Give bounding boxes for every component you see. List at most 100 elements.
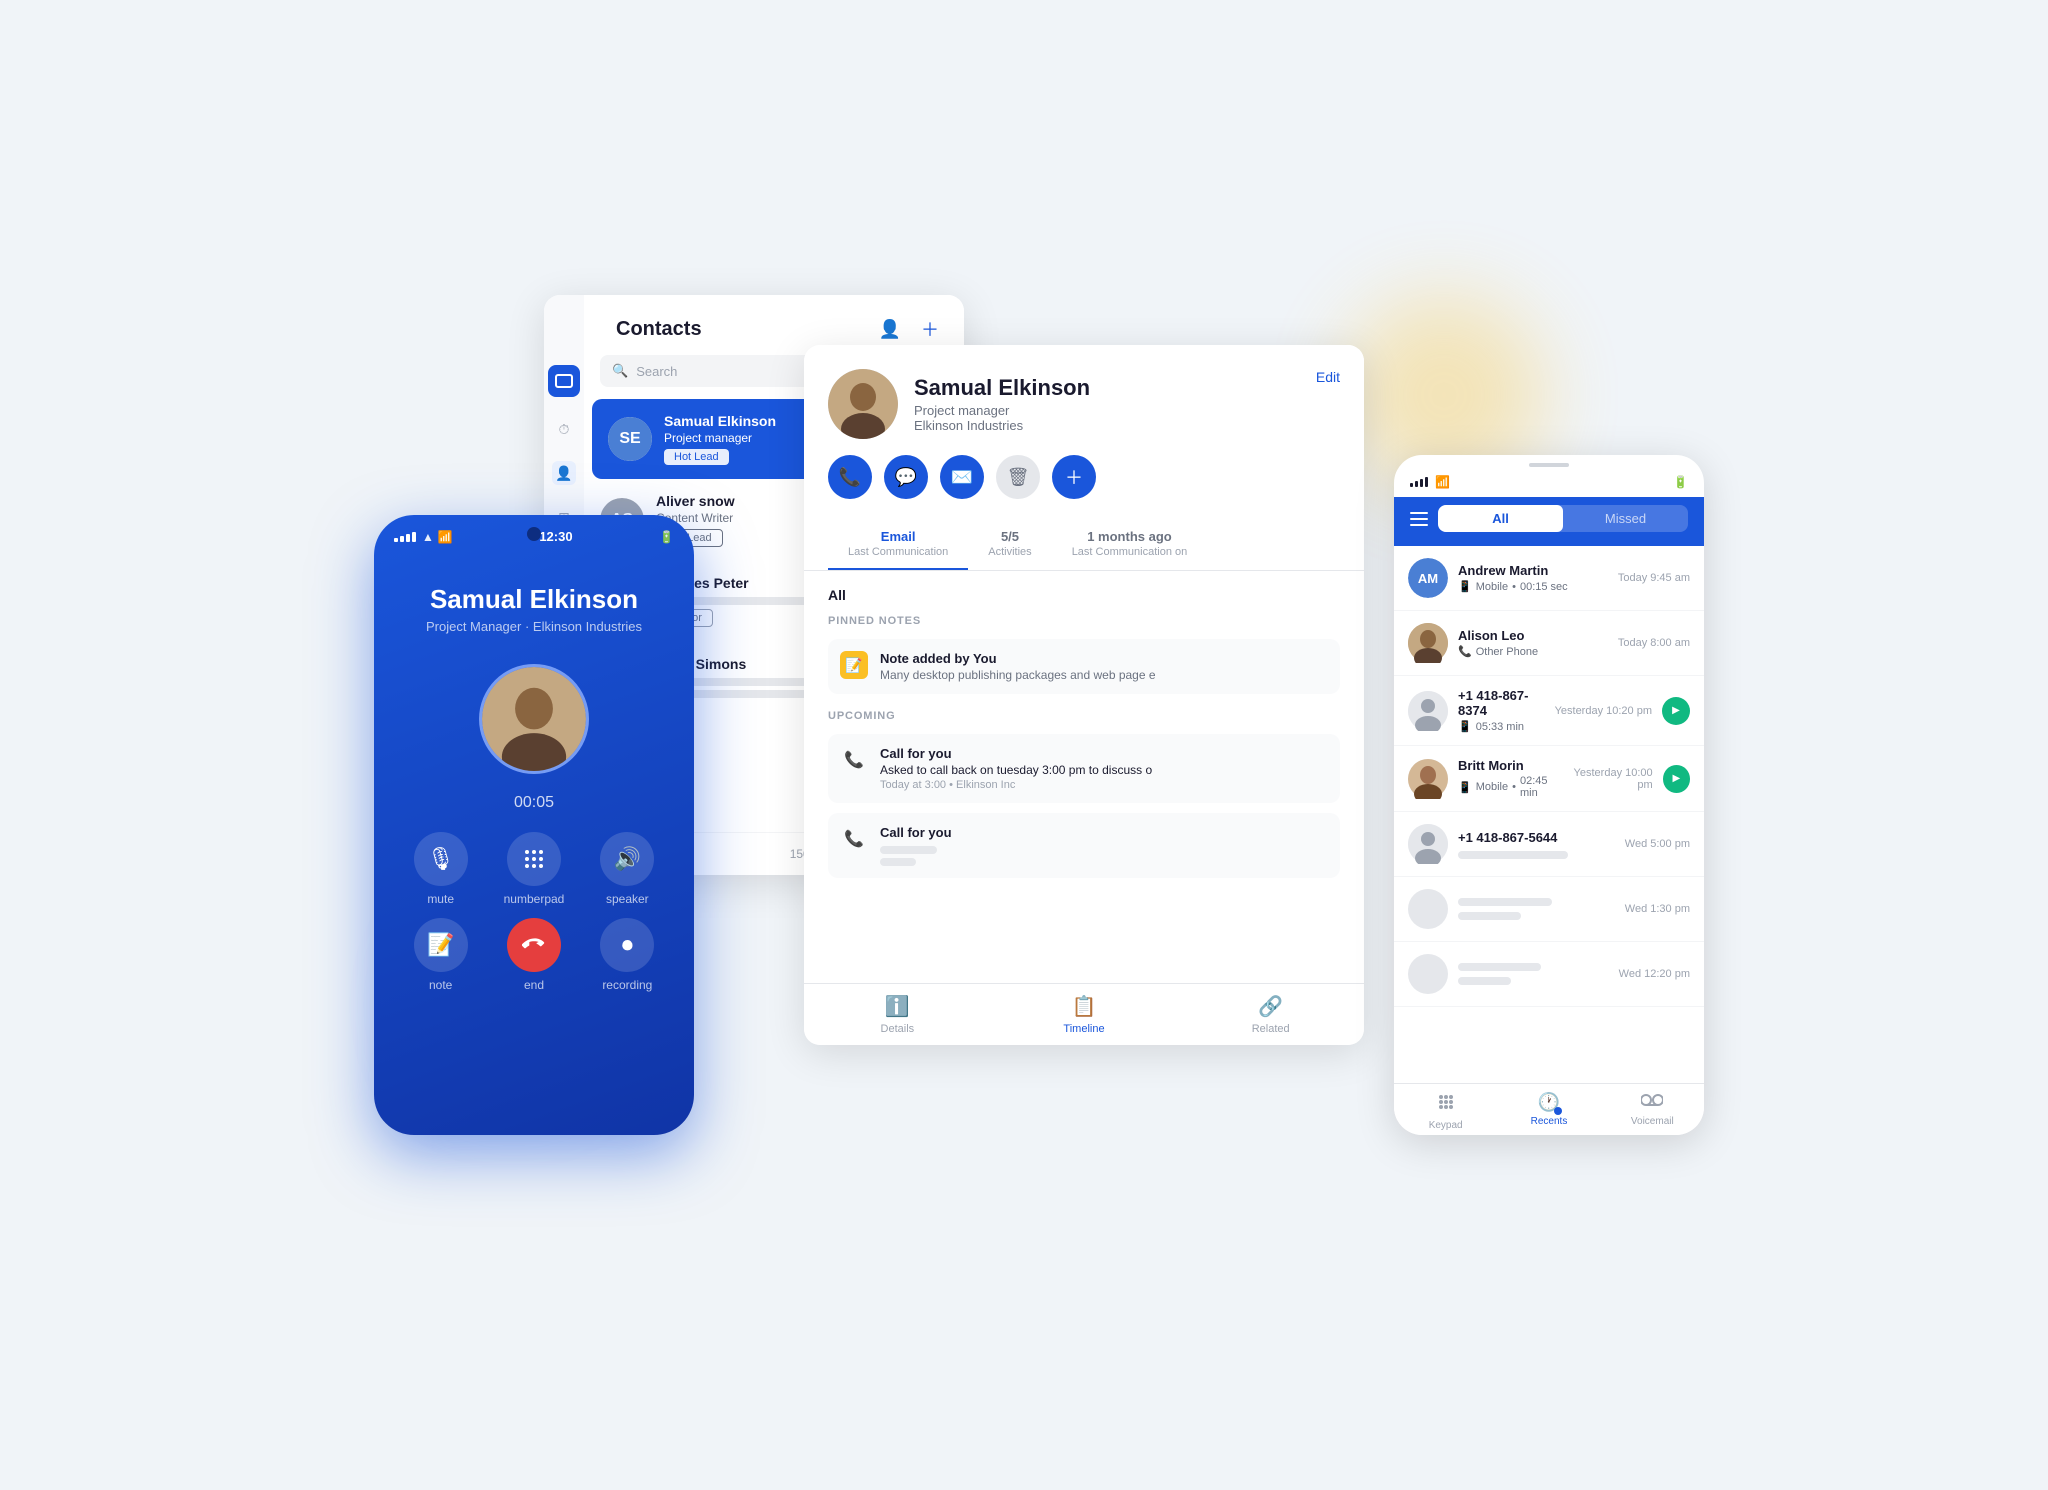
recents-bottom-nav: Keypad 🕐 Recents Voicemail bbox=[1394, 1083, 1704, 1135]
tab-email[interactable]: Email Last Communication bbox=[828, 519, 968, 570]
hamburger-menu[interactable] bbox=[1410, 512, 1428, 526]
other-phone-icon: 📞 bbox=[1458, 645, 1472, 658]
voicemail-nav-item[interactable]: Voicemail bbox=[1601, 1092, 1704, 1131]
phone-controls-row2: 📝 note end ⏺ recording bbox=[374, 918, 694, 992]
mute-label: mute bbox=[427, 892, 454, 906]
note-preview: Many desktop publishing packages and web… bbox=[880, 668, 1156, 682]
detail-profile: Samual Elkinson Project manager Elkinson… bbox=[828, 369, 1090, 439]
recents-label: Recents bbox=[1531, 1116, 1568, 1127]
note-icon: 📝 bbox=[840, 651, 868, 679]
detail-tabs: Email Last Communication 5/5 Activities … bbox=[804, 519, 1364, 571]
detail-alison: 📞 Other Phone bbox=[1458, 645, 1608, 658]
hamburger-line-3 bbox=[1410, 524, 1428, 526]
avatar-skeleton2 bbox=[1408, 954, 1448, 994]
recents-list: AM Andrew Martin 📱 Mobile • 00:15 sec To… bbox=[1394, 546, 1704, 1066]
info-unknown1: +1 418-867-8374 📱 05:33 min bbox=[1458, 688, 1545, 733]
recents-status-bar: 📶 🔋 bbox=[1394, 471, 1704, 497]
chat-action-button[interactable]: 💬 bbox=[884, 455, 928, 499]
play-button-britt[interactable]: ▶ bbox=[1663, 765, 1690, 793]
all-label: All bbox=[828, 587, 1340, 603]
numberpad-button[interactable]: numberpad bbox=[497, 832, 570, 906]
tab-all[interactable]: All bbox=[1438, 505, 1563, 532]
nav-details-label: Details bbox=[881, 1023, 915, 1035]
avatar-skeleton1 bbox=[1408, 889, 1448, 929]
phone-controls-row1: 🎙 mute numbe bbox=[374, 832, 694, 906]
related-icon: 🔗 bbox=[1258, 994, 1283, 1019]
name-unknown2: +1 418-867-5644 bbox=[1458, 830, 1615, 845]
call-action-button[interactable]: 📞 bbox=[828, 455, 872, 499]
recording-button[interactable]: ⏺ recording bbox=[591, 918, 664, 992]
info-andrew: Andrew Martin 📱 Mobile • 00:15 sec bbox=[1458, 563, 1608, 593]
time-unknown2: Wed 5:00 pm bbox=[1625, 838, 1690, 850]
detail-unknown1: 📱 05:33 min bbox=[1458, 720, 1545, 733]
recent-item-andrew[interactable]: AM Andrew Martin 📱 Mobile • 00:15 sec To… bbox=[1394, 546, 1704, 611]
recent-item-skeleton1: Wed 1:30 pm bbox=[1394, 877, 1704, 942]
hamburger-line-2 bbox=[1410, 518, 1428, 520]
recent-item-alison[interactable]: Alison Leo 📞 Other Phone Today 8:00 am bbox=[1394, 611, 1704, 676]
mute-icon-circle: 🎙 bbox=[414, 832, 468, 886]
email-action-button[interactable]: ✉️ bbox=[940, 455, 984, 499]
battery-icon: 🔋 bbox=[659, 530, 674, 544]
recents-tabs: All Missed bbox=[1438, 505, 1688, 532]
keypad-nav-item[interactable]: Keypad bbox=[1394, 1092, 1497, 1131]
recent-item-britt[interactable]: Britt Morin 📱 Mobile • 02:45 min Yesterd… bbox=[1394, 746, 1704, 812]
skeleton-line-upcoming-2 bbox=[880, 858, 916, 866]
tab-last-comm[interactable]: 1 months ago Last Communication on bbox=[1052, 519, 1208, 570]
recents-nav-item[interactable]: 🕐 Recents bbox=[1497, 1092, 1600, 1131]
upcoming-desc-1: Asked to call back on tuesday 3:00 pm to… bbox=[880, 763, 1152, 777]
skeleton-name-1 bbox=[1458, 898, 1552, 906]
speaker-label: speaker bbox=[606, 892, 649, 906]
recents-header: All Missed bbox=[1394, 497, 1704, 546]
detail-body: All PINNED NOTES 📝 Note added by You Man… bbox=[804, 571, 1364, 991]
contact-tag-samual: Hot Lead bbox=[664, 449, 729, 465]
recents-battery: 🔋 bbox=[1673, 475, 1688, 489]
sidebar-icon-contacts[interactable]: 👤 bbox=[552, 461, 576, 485]
name-britt: Britt Morin bbox=[1458, 758, 1548, 773]
phone-avatar bbox=[479, 664, 589, 774]
nav-timeline[interactable]: 📋 Timeline bbox=[991, 984, 1178, 1045]
upcoming-item-2-content: Call for you bbox=[880, 825, 952, 866]
end-call-button[interactable]: end bbox=[497, 918, 570, 992]
sidebar-icon-clock[interactable]: ⏱ bbox=[552, 417, 576, 441]
skeleton-detail-1 bbox=[1458, 912, 1521, 920]
detail-andrew: 📱 Mobile • 00:15 sec bbox=[1458, 580, 1608, 593]
search-icon: 🔍 bbox=[612, 363, 628, 379]
recents-signal: 📶 bbox=[1410, 475, 1450, 489]
upcoming-section: UPCOMING 📞 Call for you Asked to call ba… bbox=[828, 710, 1340, 878]
tab-activities[interactable]: 5/5 Activities bbox=[968, 519, 1051, 570]
call-icon-2: 📞 bbox=[840, 825, 868, 853]
info-skeleton2 bbox=[1458, 963, 1609, 985]
mute-button[interactable]: 🎙 mute bbox=[404, 832, 477, 906]
delete-action-button[interactable]: 🗑 bbox=[996, 455, 1040, 499]
plus-icon[interactable]: ＋ bbox=[916, 315, 944, 343]
recording-icon-circle: ⏺ bbox=[600, 918, 654, 972]
tab-missed[interactable]: Missed bbox=[1563, 505, 1688, 532]
avatar-alison bbox=[1408, 623, 1448, 663]
nav-related[interactable]: 🔗 Related bbox=[1177, 984, 1364, 1045]
phone-icon-unknown1: 📱 bbox=[1458, 720, 1472, 733]
profile-avatar bbox=[828, 369, 898, 439]
phone-caller: Samual Elkinson Project Manager · Elkins… bbox=[374, 544, 694, 644]
recent-item-unknown1[interactable]: +1 418-867-8374 📱 05:33 min Yesterday 10… bbox=[1394, 676, 1704, 746]
wifi-icon: 📶 bbox=[438, 530, 453, 544]
more-action-button[interactable]: ＋ bbox=[1052, 455, 1096, 499]
phone-timer: 00:05 bbox=[374, 794, 694, 812]
note-button[interactable]: 📝 note bbox=[404, 918, 477, 992]
nav-details[interactable]: ℹ️ Details bbox=[804, 984, 991, 1045]
upcoming-item-2: 📞 Call for you bbox=[828, 813, 1340, 878]
avatar-unknown1 bbox=[1408, 691, 1448, 731]
recent-item-skeleton2: Wed 12:20 pm bbox=[1394, 942, 1704, 1007]
numberpad-icon-circle bbox=[507, 832, 561, 886]
add-contact-icon[interactable]: 👤 bbox=[876, 315, 904, 343]
recording-label: recording bbox=[602, 978, 652, 992]
recent-item-unknown2[interactable]: +1 418-867-5644 Wed 5:00 pm bbox=[1394, 812, 1704, 877]
contacts-title: Contacts bbox=[616, 318, 876, 341]
action-icons: 📞 💬 ✉️ 🗑 ＋ bbox=[804, 455, 1364, 519]
play-button-unknown1[interactable]: ▶ bbox=[1662, 697, 1690, 725]
speaker-button[interactable]: 🔊 speaker bbox=[591, 832, 664, 906]
note-content: Note added by You Many desktop publishin… bbox=[880, 651, 1156, 682]
edit-button[interactable]: Edit bbox=[1316, 369, 1340, 385]
voicemail-icon bbox=[1641, 1092, 1663, 1113]
avatar-britt bbox=[1408, 759, 1448, 799]
voicemail-label: Voicemail bbox=[1631, 1116, 1674, 1127]
